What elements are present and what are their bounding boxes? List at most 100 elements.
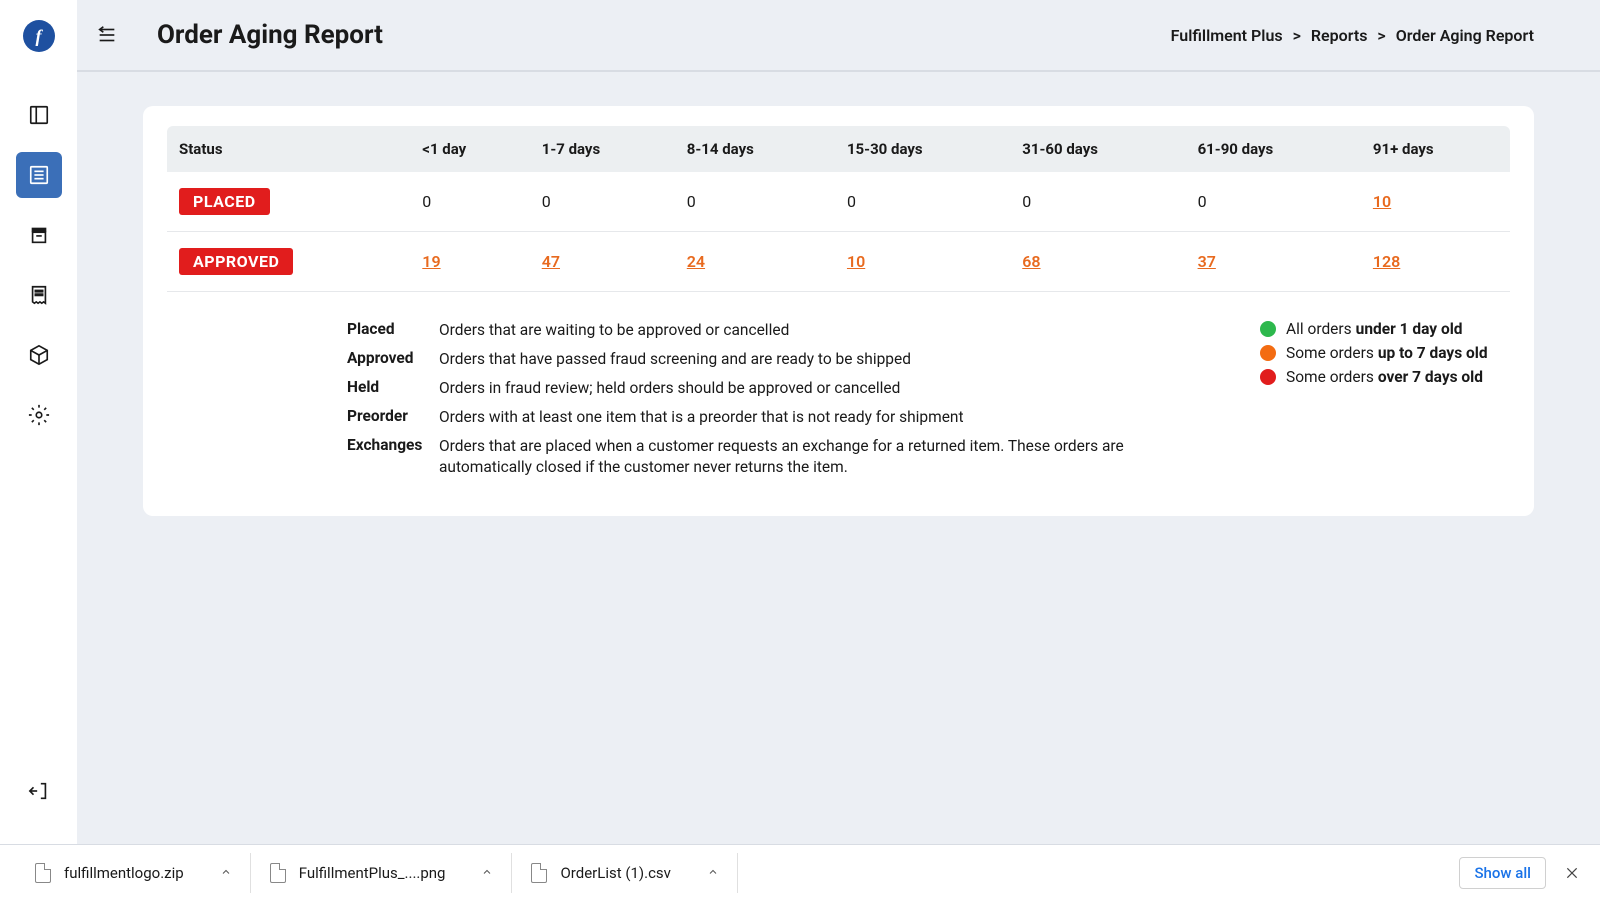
aging-cell: 0 [1010, 172, 1185, 232]
show-all-button[interactable]: Show all [1459, 857, 1546, 889]
table-header: 31-60 days [1010, 126, 1185, 172]
aging-cell-link[interactable]: 10 [847, 252, 865, 271]
aging-cell-link[interactable]: 19 [422, 252, 440, 271]
breadcrumb-sep: > [1377, 26, 1385, 45]
aging-cell-link[interactable]: 24 [687, 252, 705, 271]
status-definitions: PlacedOrders that are waiting to be appr… [347, 320, 1200, 486]
close-icon [1565, 866, 1579, 880]
legend-prefix: Some orders [1286, 368, 1374, 386]
definition-term: Held [347, 378, 439, 399]
table-row: APPROVED 19 47 24 10 68 37 128 [167, 232, 1510, 292]
table-header: 8-14 days [675, 126, 835, 172]
sidebar-item-reports[interactable] [16, 152, 62, 198]
definition-desc: Orders with at least one item that is a … [439, 407, 1200, 428]
file-icon [269, 864, 287, 882]
legend-dot [1260, 369, 1276, 385]
sidebar: f [0, 0, 77, 844]
download-name: OrderList (1).csv [560, 864, 670, 882]
download-caret[interactable] [707, 863, 719, 882]
legend-prefix: Some orders [1286, 344, 1374, 362]
definition-row: ApprovedOrders that have passed fraud sc… [347, 349, 1200, 370]
sidebar-item-dashboard[interactable] [16, 92, 62, 138]
aging-cell: 0 [1186, 172, 1361, 232]
sidebar-item-packages[interactable] [16, 332, 62, 378]
definition-term: Placed [347, 320, 439, 341]
breadcrumb-sep: > [1293, 26, 1301, 45]
chevron-up-icon [707, 866, 719, 878]
definition-desc: Orders in fraud review; held orders shou… [439, 378, 1200, 399]
aging-cell-link[interactable]: 10 [1373, 192, 1391, 211]
sidebar-item-archive[interactable] [16, 212, 62, 258]
breadcrumb-root[interactable]: Fulfillment Plus [1171, 26, 1283, 45]
definition-term: Exchanges [347, 436, 439, 478]
package-icon [28, 344, 50, 366]
gear-icon [28, 404, 50, 426]
table-header: <1 day [410, 126, 529, 172]
breadcrumb-mid[interactable]: Reports [1311, 26, 1368, 45]
receipt-icon [28, 284, 50, 306]
legend-dot [1260, 345, 1276, 361]
aging-cell-link[interactable]: 37 [1198, 252, 1216, 271]
list-icon [28, 164, 50, 186]
definition-term: Approved [347, 349, 439, 370]
breadcrumb: Fulfillment Plus > Reports > Order Aging… [1171, 26, 1534, 45]
page-title: Order Aging Report [157, 20, 383, 50]
definition-row: PlacedOrders that are waiting to be appr… [347, 320, 1200, 341]
download-name: FulfillmentPlus_....png [299, 864, 446, 882]
breadcrumb-current: Order Aging Report [1396, 26, 1534, 45]
download-name: fulfillmentlogo.zip [64, 864, 184, 882]
status-badge: APPROVED [179, 248, 293, 275]
legend-area: PlacedOrders that are waiting to be appr… [167, 320, 1510, 486]
status-badge: PLACED [179, 188, 270, 215]
legend-bold: up to 7 days old [1378, 344, 1488, 362]
aging-cell: 0 [410, 172, 529, 232]
definition-row: PreorderOrders with at least one item th… [347, 407, 1200, 428]
definition-row: HeldOrders in fraud review; held orders … [347, 378, 1200, 399]
aging-cell: 0 [835, 172, 1010, 232]
menu-collapse-icon [96, 24, 118, 46]
sidebar-toggle-button[interactable] [89, 17, 125, 53]
table-header: 61-90 days [1186, 126, 1361, 172]
download-item[interactable]: FulfillmentPlus_....png [251, 853, 513, 893]
definition-desc: Orders that are placed when a customer r… [439, 436, 1200, 478]
aging-cell-link[interactable]: 128 [1373, 252, 1400, 271]
aging-cell: 0 [530, 172, 675, 232]
table-header: Status [167, 126, 410, 172]
download-bar-close-button[interactable] [1560, 861, 1584, 885]
logout-icon [28, 780, 50, 802]
definition-term: Preorder [347, 407, 439, 428]
table-header: 91+ days [1361, 126, 1510, 172]
file-icon [530, 864, 548, 882]
app-logo[interactable]: f [23, 20, 55, 52]
archive-icon [28, 224, 50, 246]
table-header: 15-30 days [835, 126, 1010, 172]
download-item[interactable]: fulfillmentlogo.zip [16, 853, 251, 893]
legend-bold: under 1 day old [1356, 320, 1463, 338]
definition-desc: Orders that are waiting to be approved o… [439, 320, 1200, 341]
table-header: 1-7 days [530, 126, 675, 172]
aging-cell-link[interactable]: 47 [542, 252, 560, 271]
panel-icon [28, 104, 50, 126]
main: Order Aging Report Fulfillment Plus > Re… [77, 0, 1600, 844]
file-icon [34, 864, 52, 882]
download-bar: fulfillmentlogo.zip FulfillmentPlus_....p… [0, 844, 1600, 900]
color-legend-row: All ordersunder 1 day old [1260, 320, 1510, 338]
sidebar-item-receipts[interactable] [16, 272, 62, 318]
color-legend-row: Some ordersover 7 days old [1260, 368, 1510, 386]
definition-desc: Orders that have passed fraud screening … [439, 349, 1200, 370]
chevron-up-icon [220, 866, 232, 878]
topbar: Order Aging Report Fulfillment Plus > Re… [77, 0, 1600, 72]
report-card: Status<1 day1-7 days8-14 days15-30 days3… [143, 106, 1534, 516]
legend-prefix: All orders [1286, 320, 1352, 338]
color-legend: All ordersunder 1 day old Some ordersup t… [1260, 320, 1510, 486]
sidebar-item-logout[interactable] [16, 768, 62, 814]
download-caret[interactable] [481, 863, 493, 882]
chevron-up-icon [481, 866, 493, 878]
sidebar-item-settings[interactable] [16, 392, 62, 438]
download-caret[interactable] [220, 863, 232, 882]
aging-table: Status<1 day1-7 days8-14 days15-30 days3… [167, 126, 1510, 292]
legend-dot [1260, 321, 1276, 337]
legend-bold: over 7 days old [1378, 368, 1483, 386]
download-item[interactable]: OrderList (1).csv [512, 853, 737, 893]
aging-cell-link[interactable]: 68 [1022, 252, 1040, 271]
